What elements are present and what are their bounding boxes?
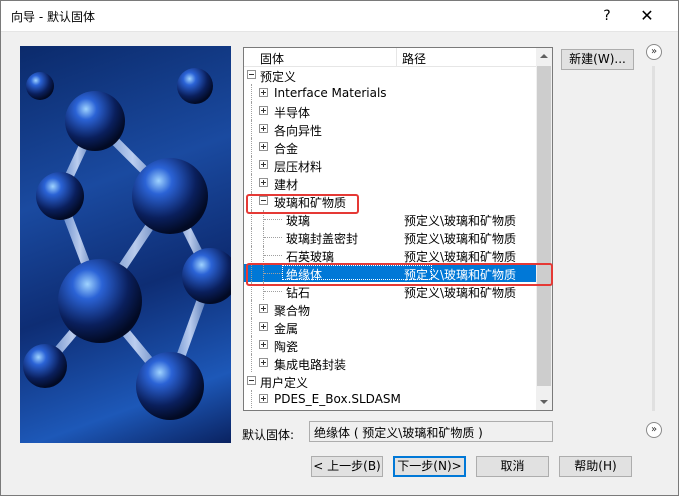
- tree-node-item[interactable]: 金属: [244, 318, 536, 336]
- column-header-solid[interactable]: 固体: [260, 50, 284, 67]
- tree-guide-line: [251, 390, 252, 408]
- tree-node-item[interactable]: 聚合物: [244, 300, 536, 318]
- close-icon[interactable]: ✕: [637, 6, 657, 26]
- expand-icon[interactable]: [259, 142, 268, 151]
- tree-guide-line: [251, 354, 252, 372]
- expand-bottom-icon[interactable]: »: [646, 422, 662, 438]
- tree-node-item[interactable]: 建材: [244, 174, 536, 192]
- scroll-up-icon: [540, 54, 548, 58]
- collapse-icon[interactable]: [247, 376, 256, 385]
- expand-icon[interactable]: [259, 304, 268, 313]
- back-button[interactable]: < 上一步(B): [311, 456, 383, 477]
- expand-icon[interactable]: [259, 394, 268, 403]
- expand-icon[interactable]: [259, 340, 268, 349]
- column-divider[interactable]: [396, 48, 397, 66]
- help-button[interactable]: 帮助(H): [559, 456, 632, 477]
- tree-guide-line: [264, 291, 282, 292]
- tree-node-item[interactable]: 各向异性: [244, 120, 536, 138]
- tree-node-item[interactable]: 半导体: [244, 102, 536, 120]
- cancel-button[interactable]: 取消: [476, 456, 549, 477]
- tree-guide-line: [251, 300, 252, 318]
- tree-item-path: 预定义\玻璃和矿物质: [404, 232, 517, 246]
- vertical-scrollbar[interactable]: [536, 48, 552, 410]
- tree-node-item[interactable]: PDES_E_Box.SLDASM: [244, 390, 536, 408]
- scroll-down-icon: [540, 400, 548, 404]
- new-button[interactable]: 新建(W)...: [561, 49, 634, 70]
- tree-guide-line: [264, 219, 282, 220]
- tree-node-item[interactable]: 层压材料: [244, 156, 536, 174]
- tree-guide-line: [251, 84, 252, 102]
- default-solid-field: 绝缘体 ( 预定义\玻璃和矿物质 ): [309, 421, 553, 442]
- highlight-box-category: [246, 194, 359, 214]
- tree-item-path: 预定义\玻璃和矿物质: [404, 214, 517, 228]
- tree-item-label: 各向异性: [274, 124, 323, 138]
- tree-node-item[interactable]: Interface Materials: [244, 84, 536, 102]
- side-rail: [652, 66, 655, 411]
- tree-guide-line: [251, 174, 252, 192]
- window-title: 向导 - 默认固体: [11, 10, 95, 24]
- tree-leaf-item[interactable]: 石英玻璃 预定义\玻璃和矿物质: [244, 246, 536, 264]
- tree-item-label: 预定义: [260, 70, 297, 84]
- tree-guide-line: [251, 156, 252, 174]
- tree-item-label: 玻璃封盖密封: [286, 232, 359, 246]
- highlight-box-selection: [246, 263, 553, 286]
- wizard-illustration: [20, 46, 231, 443]
- scroll-down-button[interactable]: [536, 394, 552, 410]
- help-icon[interactable]: ?: [597, 6, 617, 26]
- scroll-thumb[interactable]: [537, 66, 551, 386]
- tree-item-label: 金属: [274, 322, 299, 336]
- expand-icon[interactable]: [259, 88, 268, 97]
- solids-tree: 固体 路径 预定义 Interface Materials 半导体各向异性合金层压材…: [243, 47, 553, 411]
- tree-item-label: 钻石: [286, 286, 311, 300]
- expand-icon[interactable]: [259, 106, 268, 115]
- expand-top-icon[interactable]: »: [646, 44, 662, 60]
- expand-icon[interactable]: [259, 160, 268, 169]
- tree-node-item[interactable]: 陶瓷: [244, 336, 536, 354]
- tree-guide-line: [251, 138, 252, 156]
- tree-node-item[interactable]: 合金: [244, 138, 536, 156]
- title-bar: 向导 - 默认固体 ? ✕: [1, 1, 678, 31]
- tree-item-label: 合金: [274, 142, 299, 156]
- next-button[interactable]: 下一步(N)>: [393, 456, 466, 477]
- tree-guide-line: [251, 336, 252, 354]
- tree-item-label: 建材: [274, 178, 299, 192]
- tree-header: 固体 路径: [244, 48, 536, 67]
- tree-item-label: Interface Materials: [274, 86, 387, 100]
- scroll-up-button[interactable]: [536, 48, 552, 64]
- expand-icon[interactable]: [259, 322, 268, 331]
- tree-item-label: 层压材料: [274, 160, 323, 174]
- collapse-icon[interactable]: [247, 70, 256, 79]
- tree-item-label: 集成电路封装: [274, 358, 347, 372]
- tree-node-item[interactable]: 预定义: [244, 66, 536, 84]
- tree-guide-line: [251, 318, 252, 336]
- tree-item-label: 用户定义: [260, 376, 309, 390]
- tree-guide-line: [251, 120, 252, 138]
- default-solid-label: 默认固体:: [242, 428, 295, 442]
- expand-icon[interactable]: [259, 124, 268, 133]
- tree-guide-line: [264, 255, 282, 256]
- column-header-path[interactable]: 路径: [402, 50, 426, 67]
- tree-guide-line: [251, 102, 252, 120]
- molecule-atoms: [23, 68, 231, 420]
- tree-item-label: PDES_E_Box.SLDASM: [274, 392, 401, 406]
- tree-guide-line: [264, 237, 282, 238]
- tree-item-path: 预定义\玻璃和矿物质: [404, 286, 517, 300]
- expand-icon[interactable]: [259, 178, 268, 187]
- tree-guide-line: [251, 228, 252, 246]
- tree-item-label: 玻璃: [286, 214, 311, 228]
- tree-item-label: 半导体: [274, 106, 311, 120]
- expand-icon[interactable]: [259, 358, 268, 367]
- tree-item-label: 陶瓷: [274, 340, 299, 354]
- tree-guide-line: [251, 246, 252, 264]
- title-divider: [1, 31, 678, 32]
- tree-node-item[interactable]: 用户定义: [244, 372, 536, 390]
- wizard-dialog: 向导 - 默认固体 ? ✕ 固体 路径 预定义 Interface Materi…: [0, 0, 679, 496]
- tree-item-label: 聚合物: [274, 304, 311, 318]
- tree-node-item[interactable]: 集成电路封装: [244, 354, 536, 372]
- tree-leaf-item[interactable]: 玻璃封盖密封 预定义\玻璃和矿物质: [244, 228, 536, 246]
